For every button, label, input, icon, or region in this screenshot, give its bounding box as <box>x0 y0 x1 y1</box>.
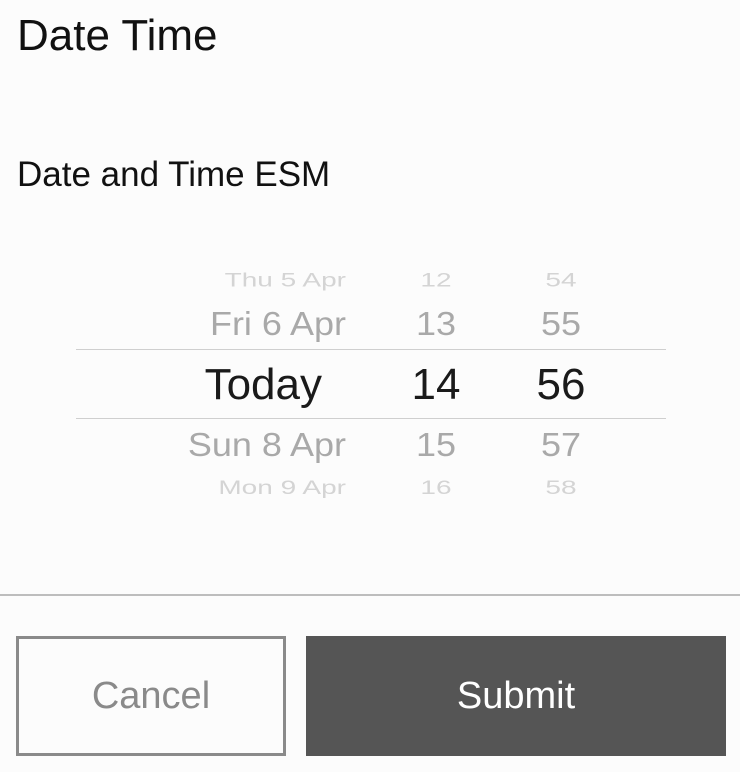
date-option[interactable]: Thu 5 Apr <box>76 268 346 293</box>
date-option[interactable]: Sun 8 Apr <box>76 426 346 465</box>
hour-option-selected[interactable]: 14 <box>386 359 486 411</box>
minute-option-selected[interactable]: 56 <box>511 359 611 411</box>
hour-option[interactable]: 13 <box>386 305 486 344</box>
minute-option[interactable]: 54 <box>511 268 611 293</box>
date-option[interactable]: Fri 6 Apr <box>76 305 346 344</box>
date-wheel[interactable]: Thu 5 Apr Fri 6 Apr Today Sun 8 Apr Mon … <box>76 255 346 507</box>
minute-option[interactable]: 58 <box>511 475 611 500</box>
date-option[interactable]: Mon 9 Apr <box>76 475 346 500</box>
hour-option[interactable]: 16 <box>386 475 486 500</box>
minute-option[interactable]: 55 <box>511 305 611 344</box>
hour-option[interactable]: 12 <box>386 268 486 293</box>
submit-button[interactable]: Submit <box>306 636 726 756</box>
minute-option[interactable]: 57 <box>511 426 611 465</box>
date-option-selected[interactable]: Today <box>52 359 322 411</box>
page-title: Date Time <box>17 11 218 60</box>
minute-wheel[interactable]: 54 55 56 57 58 <box>511 255 611 507</box>
esm-screen: Date Time Date and Time ESM Thu 5 Apr Fr… <box>0 0 740 772</box>
hour-wheel[interactable]: 12 13 14 15 16 <box>386 255 486 507</box>
date-time-picker[interactable]: Thu 5 Apr Fri 6 Apr Today Sun 8 Apr Mon … <box>76 255 666 507</box>
footer-divider <box>0 594 740 596</box>
cancel-button[interactable]: Cancel <box>16 636 286 756</box>
hour-option[interactable]: 15 <box>386 426 486 465</box>
esm-question-label: Date and Time ESM <box>17 155 331 194</box>
